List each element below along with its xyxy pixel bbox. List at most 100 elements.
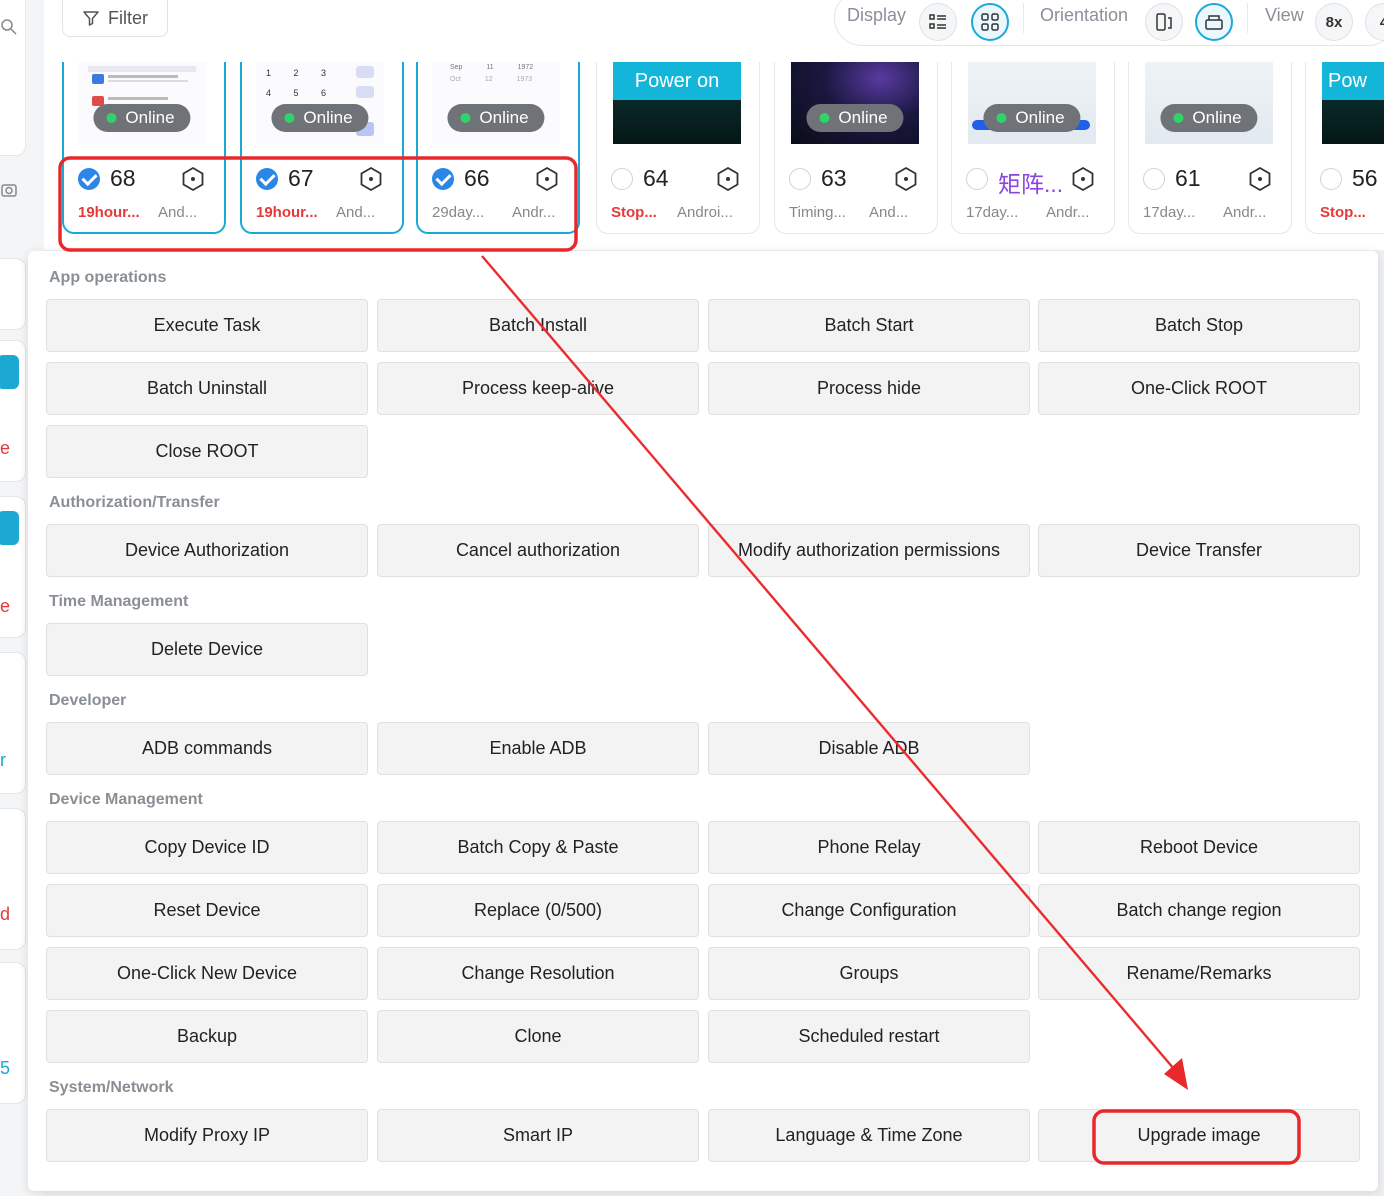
online-status-pill: Online (983, 104, 1081, 132)
device-number: 56 (1352, 165, 1378, 191)
search-icon (1, 19, 17, 35)
filter-button[interactable]: Filter (62, 0, 168, 37)
orientation-label: Orientation (1040, 5, 1129, 25)
view-4x-button[interactable]: 4 (1365, 3, 1384, 41)
left-panel-6[interactable] (0, 962, 26, 1104)
device-card[interactable]: Pow 56 Stop... (1305, 62, 1384, 234)
batch-start-button[interactable]: Batch Start (708, 299, 1030, 352)
phone-relay-button[interactable]: Phone Relay (708, 821, 1030, 874)
batch-change-region-button[interactable]: Batch change region (1038, 884, 1360, 937)
hexagon-settings-icon[interactable] (180, 166, 206, 192)
camera-icon (1, 184, 17, 197)
reset-device-button[interactable]: Reset Device (46, 884, 368, 937)
batch-install-button[interactable]: Batch Install (377, 299, 699, 352)
one-click-root-button[interactable]: One-Click ROOT (1038, 362, 1360, 415)
hexagon-settings-icon[interactable] (1247, 166, 1273, 192)
cancel-authorization-button[interactable]: Cancel authorization (377, 524, 699, 577)
device-checkbox[interactable] (1320, 168, 1342, 190)
smart-ip-button[interactable]: Smart IP (377, 1109, 699, 1162)
copy-device-id-button[interactable]: Copy Device ID (46, 821, 368, 874)
device-screen-thumbnail[interactable]: Power on (613, 62, 741, 144)
left-panel-4[interactable] (0, 652, 26, 794)
modify-proxy-ip-button[interactable]: Modify Proxy IP (46, 1109, 368, 1162)
device-card[interactable]: Online 68 19hour... And... (62, 62, 226, 234)
online-status-pill: Online (1160, 104, 1258, 132)
list-view-button[interactable] (919, 3, 957, 41)
power-on-banner[interactable]: Power on (613, 62, 741, 100)
process-keep-alive-button[interactable]: Process keep-alive (377, 362, 699, 415)
left-panel-search[interactable] (0, 0, 26, 197)
change-resolution-button[interactable]: Change Resolution (377, 947, 699, 1000)
device-card[interactable]: Power on 64 Stop... Androi... (596, 62, 760, 234)
device-card[interactable]: Sep 11 1972 Oct 12 1973 Online 66 29day.… (416, 62, 580, 234)
landscape-button[interactable] (1195, 3, 1233, 41)
hexagon-settings-icon[interactable] (358, 166, 384, 192)
scheduled-restart-button[interactable]: Scheduled restart (708, 1010, 1030, 1063)
device-screen-thumbnail[interactable]: Online (1145, 62, 1273, 144)
device-checkbox[interactable] (256, 168, 278, 190)
device-checkbox[interactable] (78, 168, 100, 190)
replace-button[interactable]: Replace (0/500) (377, 884, 699, 937)
device-os: Andr... (512, 204, 556, 221)
batch-copy-paste-button[interactable]: Batch Copy & Paste (377, 821, 699, 874)
enable-adb-button[interactable]: Enable ADB (377, 722, 699, 775)
groups-button[interactable]: Groups (708, 947, 1030, 1000)
clone-button[interactable]: Clone (377, 1010, 699, 1063)
hexagon-settings-icon[interactable] (893, 166, 919, 192)
device-card[interactable]: Online 61 17day... Andr... (1128, 62, 1292, 234)
hexagon-settings-icon[interactable] (1070, 166, 1096, 192)
device-screen-thumbnail[interactable]: Pow (1322, 62, 1384, 144)
modify-authorization-permissions-button[interactable]: Modify authorization permissions (708, 524, 1030, 577)
left-strip-text: d (0, 904, 11, 924)
device-checkbox[interactable] (432, 168, 454, 190)
view-8x-button[interactable]: 8x (1315, 3, 1353, 41)
execute-task-button[interactable]: Execute Task (46, 299, 368, 352)
hexagon-settings-icon[interactable] (715, 166, 741, 192)
rename-remarks-button[interactable]: Rename/Remarks (1038, 947, 1360, 1000)
toolbar-divider (1023, 3, 1024, 33)
batch-stop-button[interactable]: Batch Stop (1038, 299, 1360, 352)
device-card[interactable]: Online 矩阵... 17day... Andr... (951, 62, 1115, 234)
device-screen-thumbnail[interactable]: Online (968, 62, 1096, 144)
device-checkbox[interactable] (789, 168, 811, 190)
upgrade-image-button[interactable]: Upgrade image (1038, 1109, 1360, 1162)
portrait-icon (1156, 13, 1172, 31)
device-os: Andr... (1223, 204, 1267, 221)
close-root-button[interactable]: Close ROOT (46, 425, 368, 478)
left-strip-text: 5 (0, 1058, 11, 1078)
left-panel-2[interactable] (0, 340, 26, 482)
device-authorization-button[interactable]: Device Authorization (46, 524, 368, 577)
backup-button[interactable]: Backup (46, 1010, 368, 1063)
section-title-system-network: System/Network (49, 1079, 174, 1096)
grid-view-button[interactable] (971, 3, 1009, 41)
left-panel-1[interactable] (0, 258, 26, 330)
adb-commands-button[interactable]: ADB commands (46, 722, 368, 775)
device-screen-thumbnail[interactable]: Sep 11 1972 Oct 12 1973 Online (432, 62, 560, 144)
device-transfer-button[interactable]: Device Transfer (1038, 524, 1360, 577)
device-screen-thumbnail[interactable]: 1 2 3 4 5 6 Online (256, 62, 384, 144)
device-uptime: 17day... (1143, 204, 1196, 221)
device-os: And... (869, 204, 909, 221)
device-status-text: Stop... (1320, 204, 1366, 221)
device-checkbox[interactable] (966, 168, 988, 190)
hexagon-settings-icon[interactable] (534, 166, 560, 192)
batch-uninstall-button[interactable]: Batch Uninstall (46, 362, 368, 415)
process-hide-button[interactable]: Process hide (708, 362, 1030, 415)
language-time-zone-button[interactable]: Language & Time Zone (708, 1109, 1030, 1162)
one-click-new-device-button[interactable]: One-Click New Device (46, 947, 368, 1000)
section-title-authorization-transfer: Authorization/Transfer (49, 494, 220, 511)
device-card[interactable]: Online 63 Timing... And... (774, 62, 938, 234)
change-configuration-button[interactable]: Change Configuration (708, 884, 1030, 937)
left-panel-5[interactable] (0, 808, 26, 950)
power-on-banner[interactable]: Pow (1322, 62, 1384, 100)
delete-device-button[interactable]: Delete Device (46, 623, 368, 676)
reboot-device-button[interactable]: Reboot Device (1038, 821, 1360, 874)
device-checkbox[interactable] (611, 168, 633, 190)
left-strip-text: e (0, 438, 11, 458)
disable-adb-button[interactable]: Disable ADB (708, 722, 1030, 775)
device-screen-thumbnail[interactable]: Online (791, 62, 919, 144)
device-checkbox[interactable] (1143, 168, 1165, 190)
portrait-button[interactable] (1145, 3, 1183, 41)
device-screen-thumbnail[interactable]: Online (78, 62, 206, 144)
device-card[interactable]: 1 2 3 4 5 6 Online 67 19hour... And... (240, 62, 404, 234)
